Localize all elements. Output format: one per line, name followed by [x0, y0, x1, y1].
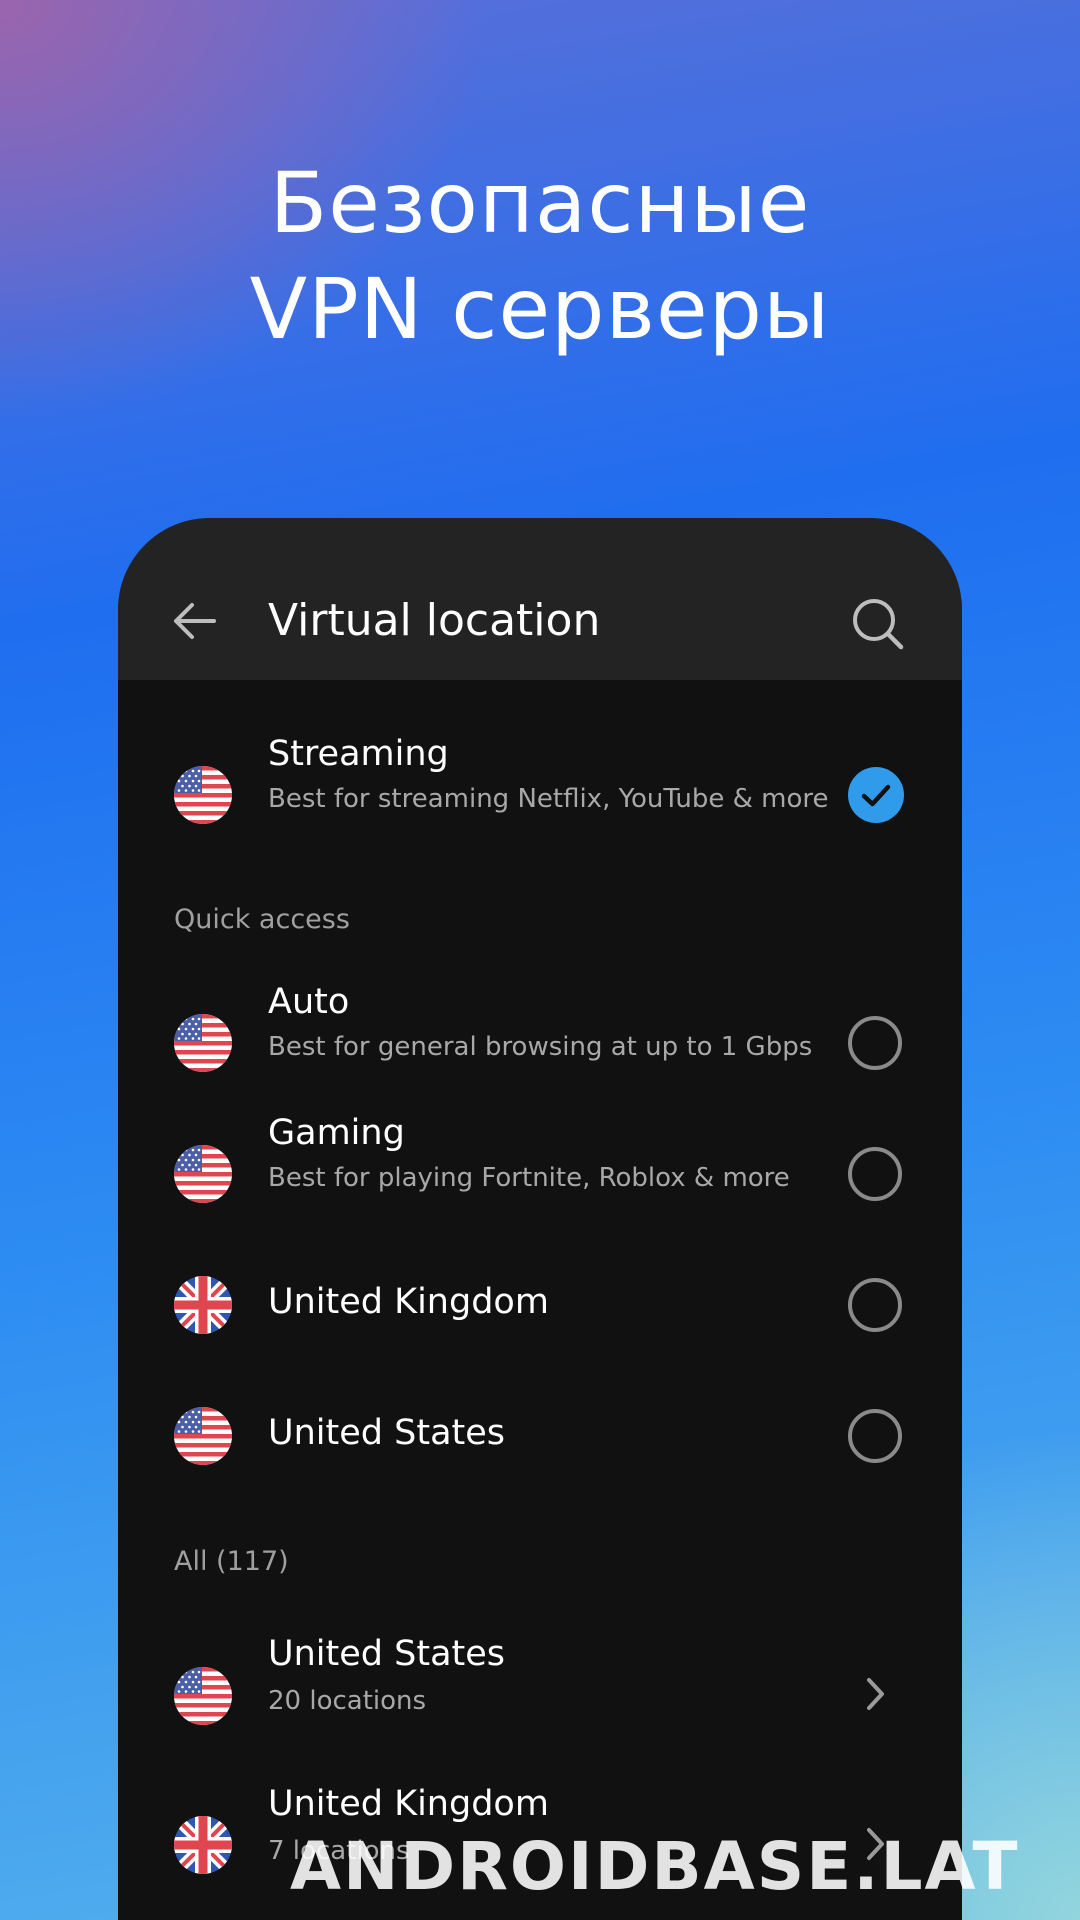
- us-flag-icon: [174, 1667, 232, 1725]
- phone-screen: Virtual location Streaming Best for stre…: [118, 518, 962, 1920]
- row-title: Gaming: [268, 1113, 405, 1153]
- checkmark-icon: [861, 784, 891, 807]
- row-title: United States: [268, 1634, 506, 1674]
- country-row-united-states[interactable]: United States 20 locations: [118, 1630, 962, 1770]
- section-label-all: All (117): [174, 1546, 289, 1577]
- search-button[interactable]: [850, 596, 906, 652]
- search-icon: [853, 599, 904, 650]
- us-flag-icon: [174, 1407, 232, 1465]
- row-subtitle: Best for playing Fortnite, Roblox & more: [268, 1163, 790, 1193]
- us-flag-icon: [174, 766, 232, 824]
- uk-flag-icon: [174, 1276, 232, 1334]
- section-label-quick-access: Quick access: [174, 904, 350, 935]
- radio-button[interactable]: [848, 1147, 902, 1201]
- row-title: United States: [268, 1413, 506, 1453]
- chevron-right-icon[interactable]: [860, 1674, 890, 1714]
- uk-flag-icon: [174, 1816, 232, 1874]
- row-subtitle: Best for streaming Netflix, YouTube & mo…: [268, 784, 829, 814]
- row-subtitle: 20 locations: [268, 1686, 427, 1716]
- row-subtitle: Best for general browsing at up to 1 Gbp…: [268, 1032, 813, 1062]
- row-title: United Kingdom: [268, 1784, 549, 1824]
- location-row-gaming[interactable]: Gaming Best for playing Fortnite, Roblox…: [118, 1109, 962, 1239]
- app-bar: Virtual location: [118, 518, 962, 680]
- radio-checked[interactable]: [848, 767, 904, 823]
- us-flag-icon: [174, 1014, 232, 1072]
- us-flag-icon: [174, 1145, 232, 1203]
- location-row-united-states[interactable]: United States: [118, 1371, 962, 1501]
- location-row-united-kingdom[interactable]: United Kingdom: [118, 1240, 962, 1370]
- location-row-streaming[interactable]: Streaming Best for streaming Netflix, Yo…: [118, 730, 962, 870]
- radio-button[interactable]: [848, 1278, 902, 1332]
- page-title: Virtual location: [268, 595, 601, 646]
- watermark: ANDROIDBASE.LAT: [290, 1828, 1020, 1905]
- radio-button[interactable]: [848, 1016, 902, 1070]
- row-title: Streaming: [268, 734, 449, 774]
- row-title: United Kingdom: [268, 1282, 549, 1322]
- headline-line-2: VPN серверы: [249, 260, 831, 358]
- arrow-back-icon: [174, 603, 216, 639]
- headline-line-1: Безопасные: [269, 154, 811, 252]
- row-title: Auto: [268, 982, 350, 1022]
- headline: Безопасные VPN серверы: [0, 150, 1080, 362]
- back-button[interactable]: [170, 596, 220, 646]
- location-row-auto[interactable]: Auto Best for general browsing at up to …: [118, 978, 962, 1108]
- radio-button[interactable]: [848, 1409, 902, 1463]
